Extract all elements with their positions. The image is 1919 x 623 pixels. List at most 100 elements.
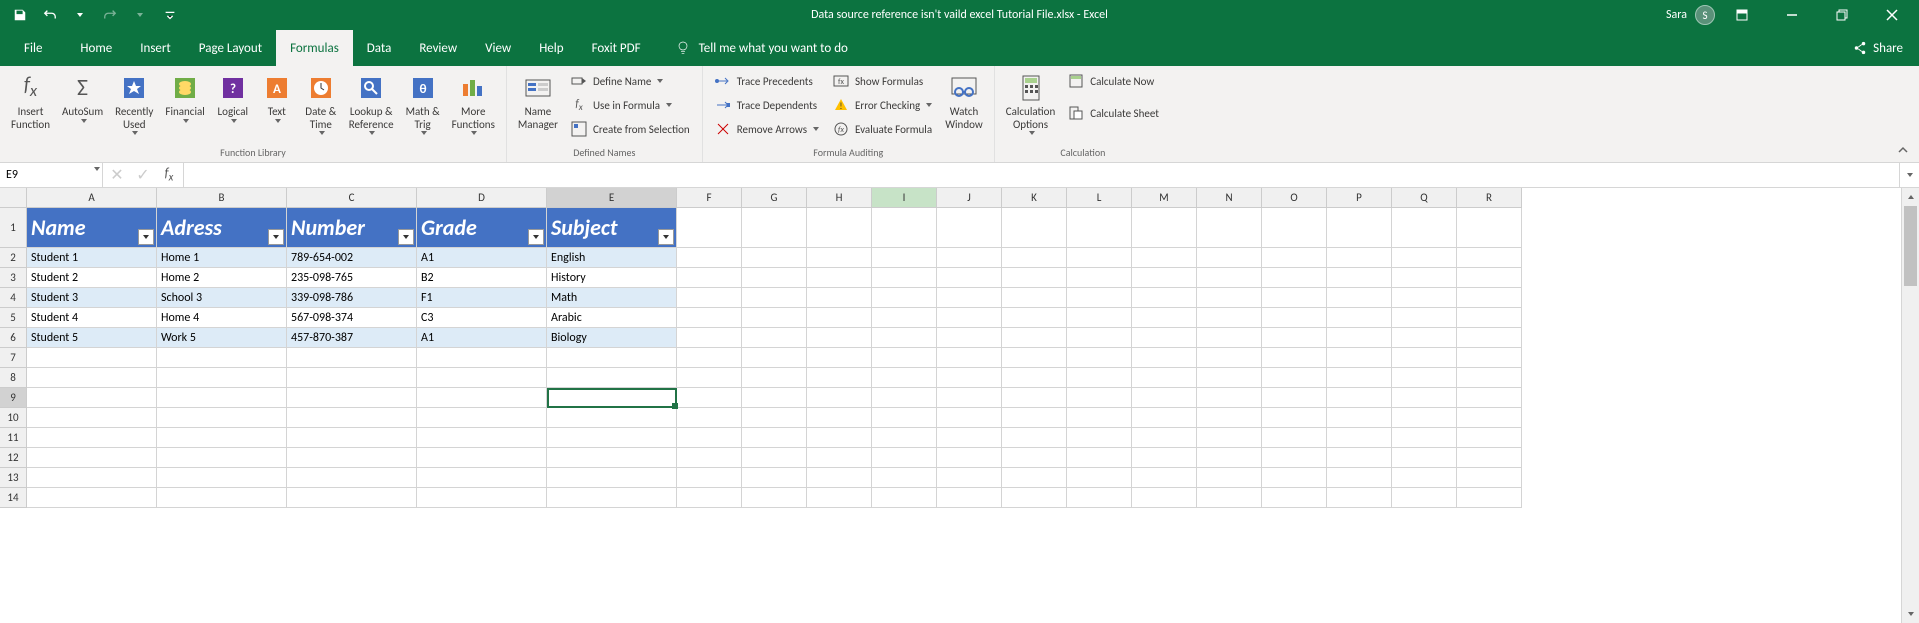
cell[interactable] (1262, 368, 1327, 388)
table-cell[interactable]: Home 2 (157, 268, 287, 288)
cell[interactable] (1132, 288, 1197, 308)
column-header-J[interactable]: J (937, 188, 1002, 208)
tell-me-search[interactable]: Tell me what you want to do (675, 30, 848, 66)
cell[interactable] (937, 308, 1002, 328)
cell[interactable] (1327, 488, 1392, 508)
table-cell[interactable]: Math (547, 288, 677, 308)
cell[interactable] (157, 428, 287, 448)
cell[interactable] (1327, 448, 1392, 468)
cell[interactable] (1262, 428, 1327, 448)
cell[interactable] (1067, 288, 1132, 308)
cell[interactable] (547, 348, 677, 368)
cell[interactable] (807, 288, 872, 308)
cell[interactable] (1002, 428, 1067, 448)
column-header-B[interactable]: B (157, 188, 287, 208)
cell[interactable] (1262, 468, 1327, 488)
cell[interactable] (1392, 208, 1457, 248)
cell[interactable] (1392, 348, 1457, 368)
cell[interactable] (937, 328, 1002, 348)
redo-dropdown[interactable] (126, 2, 154, 28)
cell[interactable] (1457, 248, 1522, 268)
cell[interactable] (1392, 268, 1457, 288)
cell[interactable] (1002, 308, 1067, 328)
column-header-R[interactable]: R (1457, 188, 1522, 208)
expand-formula-bar-button[interactable] (1899, 163, 1919, 187)
cell[interactable] (1132, 308, 1197, 328)
column-header-O[interactable]: O (1262, 188, 1327, 208)
cell[interactable] (872, 368, 937, 388)
remove-arrows-button[interactable]: Remove Arrows (709, 118, 825, 140)
cell[interactable] (157, 408, 287, 428)
table-header-subject[interactable]: Subject (547, 208, 677, 248)
cell[interactable] (1002, 488, 1067, 508)
cell[interactable] (677, 408, 742, 428)
trace-precedents-button[interactable]: Trace Precedents (709, 70, 825, 92)
cell[interactable] (1197, 268, 1262, 288)
cell[interactable] (1392, 468, 1457, 488)
logical-button[interactable]: ?Logical (212, 68, 254, 123)
cell[interactable] (27, 388, 157, 408)
cell[interactable] (1197, 328, 1262, 348)
scroll-up-button[interactable] (1902, 188, 1919, 206)
insert-function-small-button[interactable]: fx (161, 167, 177, 183)
cell[interactable] (872, 268, 937, 288)
row-header-8[interactable]: 8 (0, 368, 27, 388)
name-box[interactable]: E9 (0, 163, 103, 187)
filter-dropdown[interactable] (658, 229, 674, 245)
column-header-H[interactable]: H (807, 188, 872, 208)
cell[interactable] (1132, 328, 1197, 348)
cell[interactable] (677, 268, 742, 288)
cell[interactable] (937, 468, 1002, 488)
cell[interactable] (1067, 428, 1132, 448)
cell[interactable] (417, 448, 547, 468)
table-cell[interactable]: Home 1 (157, 248, 287, 268)
table-header-number[interactable]: Number (287, 208, 417, 248)
tab-file[interactable]: File (10, 30, 56, 66)
cell[interactable] (1132, 268, 1197, 288)
row-header-9[interactable]: 9 (0, 388, 27, 408)
financial-button[interactable]: Financial (160, 68, 209, 123)
cell[interactable] (1197, 368, 1262, 388)
cell[interactable] (1327, 468, 1392, 488)
cell[interactable] (807, 428, 872, 448)
cell[interactable] (1132, 428, 1197, 448)
cell[interactable] (807, 408, 872, 428)
fill-handle[interactable] (672, 403, 678, 409)
cell[interactable] (742, 448, 807, 468)
cell[interactable] (1457, 328, 1522, 348)
cell[interactable] (1457, 448, 1522, 468)
row-header-1[interactable]: 1 (0, 208, 27, 248)
lookup-reference-button[interactable]: Lookup & Reference (344, 68, 399, 135)
scroll-thumb[interactable] (1904, 206, 1917, 286)
ribbon-display-options[interactable] (1719, 0, 1765, 30)
row-header-2[interactable]: 2 (0, 248, 27, 268)
filter-dropdown[interactable] (268, 229, 284, 245)
cell[interactable] (1067, 308, 1132, 328)
cell[interactable] (677, 488, 742, 508)
cell[interactable] (807, 368, 872, 388)
watch-window-button[interactable]: Watch Window (940, 68, 988, 131)
cell[interactable] (1067, 408, 1132, 428)
cell[interactable] (1262, 448, 1327, 468)
tab-page-layout[interactable]: Page Layout (185, 30, 276, 66)
column-header-A[interactable]: A (27, 188, 157, 208)
cell[interactable] (1132, 448, 1197, 468)
cell[interactable] (547, 408, 677, 428)
cell[interactable] (1327, 408, 1392, 428)
column-header-G[interactable]: G (742, 188, 807, 208)
table-cell[interactable]: 567-098-374 (287, 308, 417, 328)
selected-cell[interactable] (547, 388, 677, 408)
select-all-corner[interactable] (0, 188, 27, 208)
table-cell[interactable]: A1 (417, 248, 547, 268)
cell[interactable] (1197, 248, 1262, 268)
cell[interactable] (1002, 368, 1067, 388)
cell[interactable] (872, 208, 937, 248)
cell[interactable] (1457, 388, 1522, 408)
cell[interactable] (742, 288, 807, 308)
cell[interactable] (1132, 408, 1197, 428)
cell[interactable] (937, 448, 1002, 468)
cell[interactable] (547, 428, 677, 448)
cell[interactable] (1327, 428, 1392, 448)
undo-button[interactable] (36, 2, 64, 28)
cell[interactable] (807, 248, 872, 268)
